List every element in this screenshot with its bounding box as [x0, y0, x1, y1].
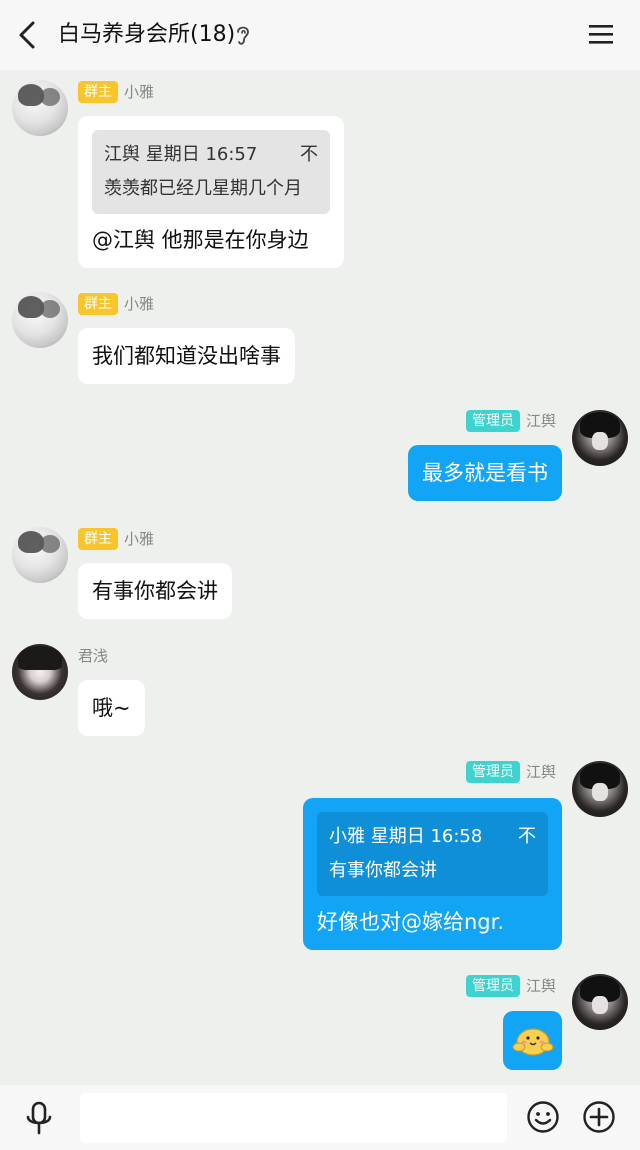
- admin-badge: 管理员: [465, 410, 520, 432]
- menu-icon[interactable]: [588, 22, 614, 46]
- mic-icon[interactable]: [24, 1101, 54, 1135]
- owner-badge: 群主: [78, 293, 118, 315]
- quoted-message[interactable]: 小雅 星期日 16:58 不 有事你都会讲: [317, 812, 548, 896]
- emoji-icon[interactable]: [526, 1100, 560, 1134]
- back-icon[interactable]: [14, 20, 42, 50]
- hug-sticker-icon: [512, 1028, 554, 1056]
- plus-icon[interactable]: [582, 1100, 616, 1134]
- avatar-xiaoya[interactable]: [12, 527, 68, 583]
- sender-line: 君浅: [78, 645, 108, 667]
- message-text: 最多就是看书: [422, 461, 548, 485]
- sender-name: 小雅: [124, 295, 155, 313]
- message-text: 有事你都会讲: [92, 579, 218, 603]
- message-bubble[interactable]: 小雅 星期日 16:58 不 有事你都会讲 好像也对@嫁给ngr.: [303, 798, 562, 950]
- chat-title[interactable]: 白马养身会所(18): [58, 20, 235, 50]
- quote-source: 小雅 星期日 16:58: [329, 826, 483, 847]
- sender-name: 小雅: [124, 83, 155, 101]
- quote-text: 有事你都会讲: [329, 860, 437, 881]
- avatar-xiaoya[interactable]: [12, 292, 68, 348]
- avatar-junqian[interactable]: [12, 644, 68, 700]
- sender-line: 管理员 江舆: [465, 975, 556, 997]
- quote-mark-icon: 不: [518, 826, 536, 847]
- input-bar: [0, 1085, 640, 1150]
- sender-name: 江舆: [525, 977, 556, 995]
- chat-area[interactable]: 群主 小雅 江舆 星期日 16:57 不 羡羡都已经几星期几个月 @江舆 他那是…: [0, 70, 640, 1085]
- sender-line: 管理员 江舆: [465, 410, 556, 432]
- sender-line: 管理员 江舆: [465, 761, 556, 783]
- avatar-jiangyu[interactable]: [572, 410, 628, 466]
- quote-mark-icon: 不: [300, 144, 318, 165]
- avatar-xiaoya[interactable]: [12, 80, 68, 136]
- sticker-bubble[interactable]: [503, 1011, 562, 1070]
- quote-source: 江舆 星期日 16:57: [104, 144, 258, 165]
- ear-icon: [237, 26, 249, 45]
- avatar-jiangyu[interactable]: [572, 974, 628, 1030]
- admin-badge: 管理员: [465, 975, 520, 997]
- message-bubble[interactable]: 有事你都会讲: [78, 563, 232, 619]
- message-input[interactable]: [80, 1093, 507, 1143]
- owner-badge: 群主: [78, 81, 118, 103]
- sender-name: 江舆: [525, 412, 556, 430]
- message-text: 哦~: [92, 696, 131, 720]
- sender-name: 君浅: [78, 647, 109, 665]
- sender-name: 江舆: [525, 763, 556, 781]
- admin-badge: 管理员: [465, 761, 520, 783]
- sender-line: 群主 小雅: [78, 528, 154, 550]
- message-bubble[interactable]: 哦~: [78, 680, 145, 736]
- message-bubble[interactable]: 最多就是看书: [408, 445, 562, 501]
- message-bubble[interactable]: 我们都知道没出啥事: [78, 328, 295, 384]
- avatar-jiangyu[interactable]: [572, 761, 628, 817]
- message-text: 我们都知道没出啥事: [92, 344, 281, 368]
- sender-line: 群主 小雅: [78, 81, 154, 103]
- owner-badge: 群主: [78, 528, 118, 550]
- message-text: 好像也对@嫁给ngr.: [317, 910, 505, 934]
- message-bubble[interactable]: 江舆 星期日 16:57 不 羡羡都已经几星期几个月 @江舆 他那是在你身边: [78, 116, 344, 268]
- quoted-message[interactable]: 江舆 星期日 16:57 不 羡羡都已经几星期几个月: [92, 130, 330, 214]
- top-bar: 白马养身会所(18): [0, 0, 640, 70]
- message-text: @江舆 他那是在你身边: [92, 228, 309, 252]
- quote-text: 羡羡都已经几星期几个月: [104, 178, 302, 199]
- sender-name: 小雅: [124, 530, 155, 548]
- sender-line: 群主 小雅: [78, 293, 154, 315]
